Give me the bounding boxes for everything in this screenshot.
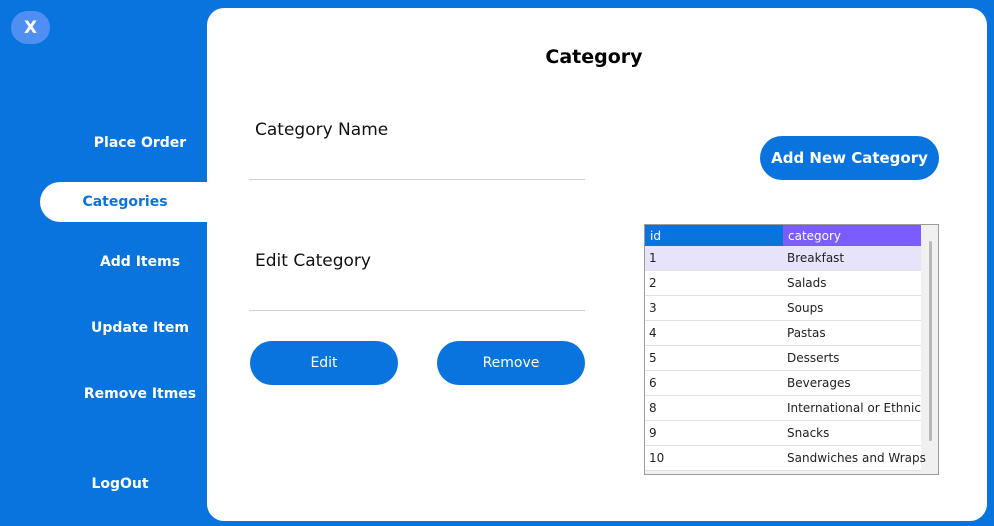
table-row[interactable]: 4 Pastas [645, 321, 921, 346]
table-header: id category [645, 225, 938, 246]
cell-id: 9 [649, 426, 657, 440]
cell-id: 2 [649, 276, 657, 290]
column-header-category[interactable]: category [783, 225, 921, 246]
edit-category-label: Edit Category [255, 251, 371, 271]
cell-id: 10 [649, 451, 665, 465]
sidebar-item-categories[interactable]: Categories [40, 182, 210, 222]
table-row[interactable]: 9 Snacks [645, 421, 921, 446]
cell-category: Pastas [787, 326, 826, 340]
cell-category: Beverages [787, 376, 851, 390]
table-row[interactable]: 3 Soups [645, 296, 921, 321]
main-panel: Category Category Name Edit Category Edi… [207, 8, 987, 521]
table-body: 1 Breakfast 2 Salads 3 Soups 4 Pastas 5 Desserts 6… [645, 246, 938, 471]
cell-id: 8 [649, 401, 657, 415]
table-row[interactable]: 6 Beverages [645, 371, 921, 396]
table-row[interactable]: 10 Sandwiches and Wraps [645, 446, 926, 471]
cell-id: 3 [649, 301, 657, 315]
remove-button[interactable]: Remove [437, 341, 585, 385]
table-row[interactable]: 5 Desserts [645, 346, 921, 371]
cell-id: 6 [649, 376, 657, 390]
cell-id: 5 [649, 351, 657, 365]
close-button[interactable]: X [11, 11, 50, 44]
column-header-id[interactable]: id [645, 225, 783, 246]
cell-category: Soups [787, 301, 824, 315]
category-name-input[interactable] [249, 150, 585, 180]
table-row[interactable]: 8 International or Ethnic [645, 396, 921, 421]
cell-category: Breakfast [787, 251, 845, 265]
app-window: X Place Order Categories Add Items Updat… [0, 0, 994, 526]
edit-button[interactable]: Edit [250, 341, 398, 385]
category-table[interactable]: id category 1 Breakfast 2 Salads 3 Soups 4 Past… [644, 224, 939, 475]
table-row[interactable]: 2 Salads [645, 271, 921, 296]
cell-id: 1 [649, 251, 657, 265]
cell-category: Desserts [787, 351, 840, 365]
category-name-label: Category Name [255, 120, 389, 140]
cell-category: Snacks [787, 426, 830, 440]
cell-category: International or Ethnic [787, 401, 921, 415]
cell-id: 4 [649, 326, 657, 340]
add-new-category-button[interactable]: Add New Category [760, 136, 939, 180]
logout-button[interactable]: LogOut [20, 464, 220, 504]
cell-category: Salads [787, 276, 827, 290]
table-row[interactable]: 1 Breakfast [645, 246, 921, 271]
page-title: Category [545, 46, 643, 68]
cell-category: Sandwiches and Wraps [787, 451, 926, 465]
table-scrollbar[interactable] [929, 241, 932, 441]
edit-category-input[interactable] [249, 281, 585, 311]
